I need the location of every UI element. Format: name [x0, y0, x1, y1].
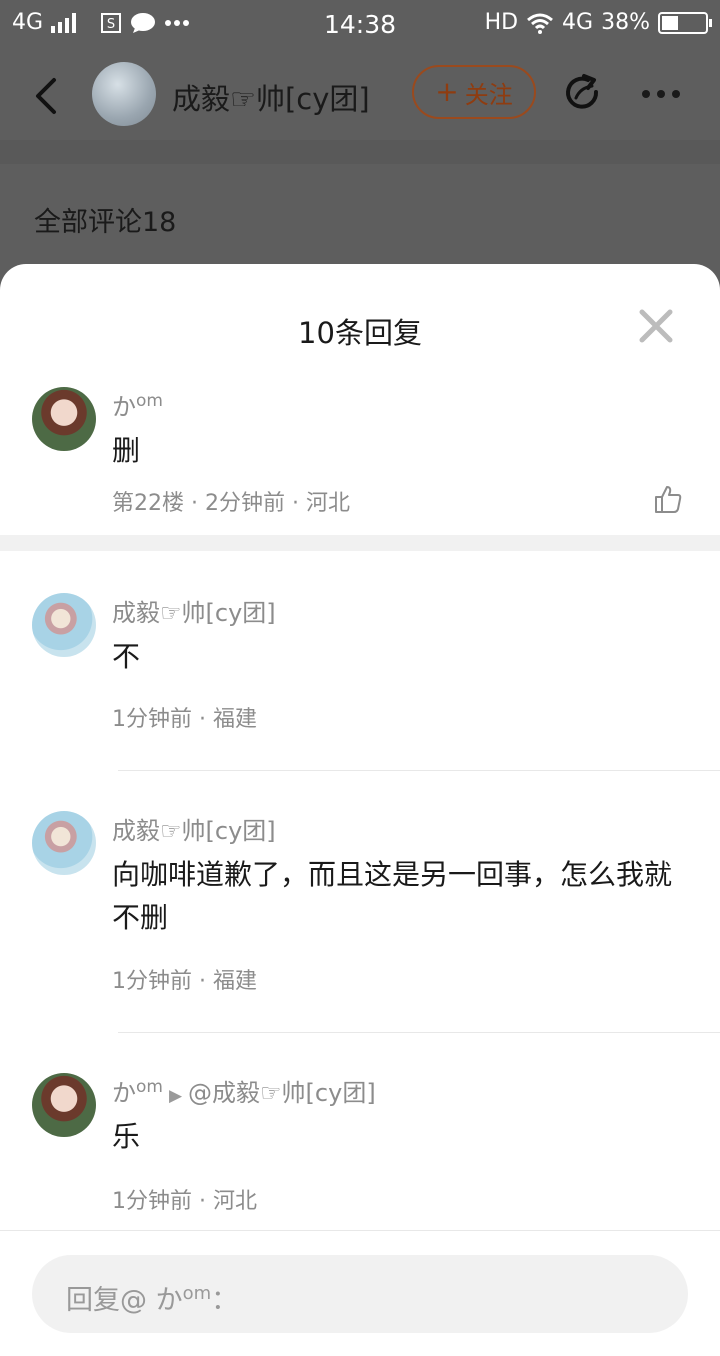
plus-icon: +	[435, 75, 459, 108]
avatar[interactable]	[32, 811, 96, 875]
more-icon[interactable]	[642, 72, 686, 116]
section-divider	[0, 535, 720, 551]
reply-input[interactable]: 回复@ かom：	[32, 1255, 688, 1333]
reply-meta: 1分钟前 · 福建	[112, 707, 257, 732]
reply-arrow-icon: ▶	[168, 1086, 183, 1106]
replies-sheet: 10条回复 かom 删 第22楼 · 2分钟前 · 河北 成毅☞帅[cy团] 不…	[0, 264, 720, 1356]
divider	[118, 1032, 720, 1033]
back-icon[interactable]	[30, 76, 64, 116]
author-name[interactable]: 成毅☞帅[cy团]	[172, 76, 370, 118]
reply-text: 不	[112, 640, 141, 673]
share-icon[interactable]	[562, 72, 606, 116]
avatar[interactable]	[32, 1073, 96, 1137]
avatar[interactable]	[32, 387, 96, 451]
reply-username[interactable]: かom	[112, 387, 163, 422]
reply-meta: 1分钟前 · 福建	[112, 969, 257, 994]
reply-text: 乐	[112, 1120, 141, 1153]
follow-button[interactable]: + 关注	[412, 65, 536, 119]
battery-percent: 38%	[601, 10, 650, 35]
reply-text: 删	[112, 434, 141, 467]
reply-username[interactable]: 成毅☞帅[cy团]	[112, 593, 276, 628]
reply-text: 向咖啡道歉了，而且这是另一回事，怎么我就不删	[112, 858, 673, 934]
reply-username[interactable]: 成毅☞帅[cy团]	[112, 811, 276, 846]
battery-icon	[658, 11, 712, 34]
avatar[interactable]	[32, 593, 96, 657]
follow-label: 关注	[464, 80, 513, 109]
status-right: HD 4G 38%	[484, 10, 712, 35]
author-avatar[interactable]	[92, 62, 156, 126]
post-header: 成毅☞帅[cy团] + 关注	[0, 50, 720, 140]
header-divider	[0, 140, 720, 164]
thumbs-up-icon[interactable]	[652, 483, 684, 515]
reply-username[interactable]: かom ▶ @成毅☞帅[cy团]	[112, 1073, 376, 1108]
hd-label: HD	[484, 10, 519, 35]
reply-to-user[interactable]: @成毅☞帅[cy团]	[188, 1079, 376, 1107]
close-icon[interactable]	[638, 308, 674, 344]
reply-meta: 第22楼 · 2分钟前 · 河北	[112, 491, 350, 516]
sheet-title: 10条回复	[298, 316, 422, 350]
reply-meta: 1分钟前 · 河北	[112, 1189, 257, 1214]
wifi-icon	[527, 13, 554, 34]
divider	[118, 770, 720, 771]
input-divider	[0, 1230, 720, 1231]
network-right-label: 4G	[562, 10, 594, 35]
all-comments-label: 全部评论18	[34, 207, 177, 238]
status-bar: 4G S 14:38 HD 4G 38%	[0, 0, 720, 50]
